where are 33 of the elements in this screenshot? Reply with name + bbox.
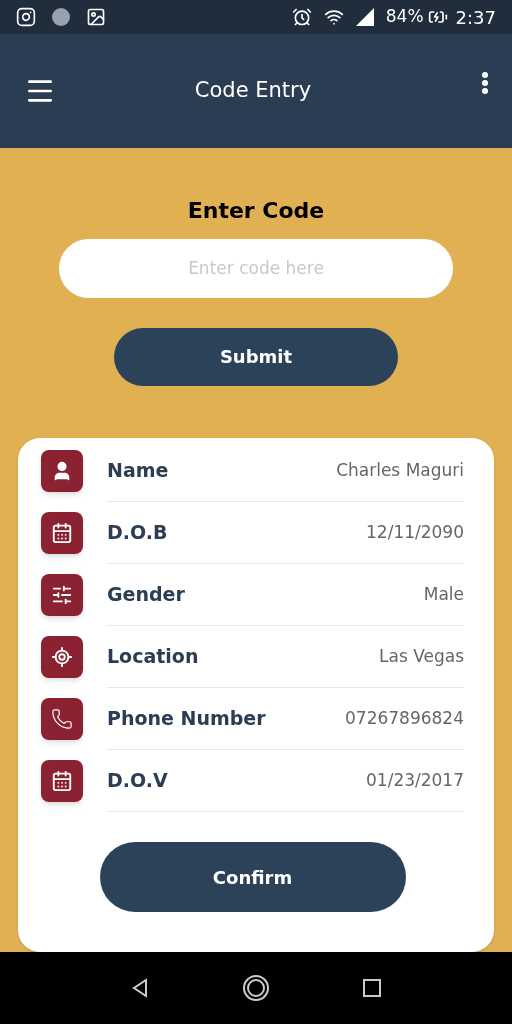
- target-icon: [51, 646, 73, 668]
- detail-label: Gender: [107, 582, 185, 608]
- image-icon: [86, 7, 106, 27]
- detail-label: Phone Number: [107, 706, 266, 732]
- more-button[interactable]: [482, 72, 488, 94]
- detail-label: Name: [107, 458, 169, 484]
- instagram-icon: [16, 7, 36, 27]
- calendar-icon: [51, 770, 73, 792]
- wifi-icon: [323, 7, 344, 27]
- clock-time: 2:37: [455, 5, 496, 30]
- sliders-icon: [51, 584, 73, 606]
- battery-percent: 84%: [385, 5, 424, 29]
- detail-value: Las Vegas: [379, 644, 464, 668]
- confirm-button[interactable]: Confirm: [99, 842, 406, 912]
- recents-icon[interactable]: [362, 978, 382, 998]
- detail-value: Charles Maguri: [336, 458, 464, 482]
- home-icon[interactable]: [242, 974, 270, 1002]
- detail-value: 12/11/2090: [366, 520, 464, 544]
- phone-icon: [51, 708, 73, 730]
- more-icon: [482, 72, 488, 94]
- detail-value: 07267896824: [345, 706, 464, 730]
- detail-label: D.O.V: [107, 768, 168, 794]
- alarm-icon: [291, 7, 312, 27]
- app-title: Code Entry: [193, 77, 313, 105]
- detail-value: 01/23/2017: [366, 768, 464, 792]
- back-icon[interactable]: [130, 978, 150, 998]
- submit-button[interactable]: Submit: [114, 327, 398, 386]
- detail-label: Location: [107, 644, 199, 670]
- detail-label: D.O.B: [107, 520, 168, 546]
- form-heading: Enter Code: [187, 197, 325, 225]
- signal-icon: [355, 8, 374, 26]
- detail-value: Male: [423, 582, 464, 606]
- calendar-icon: [51, 522, 73, 544]
